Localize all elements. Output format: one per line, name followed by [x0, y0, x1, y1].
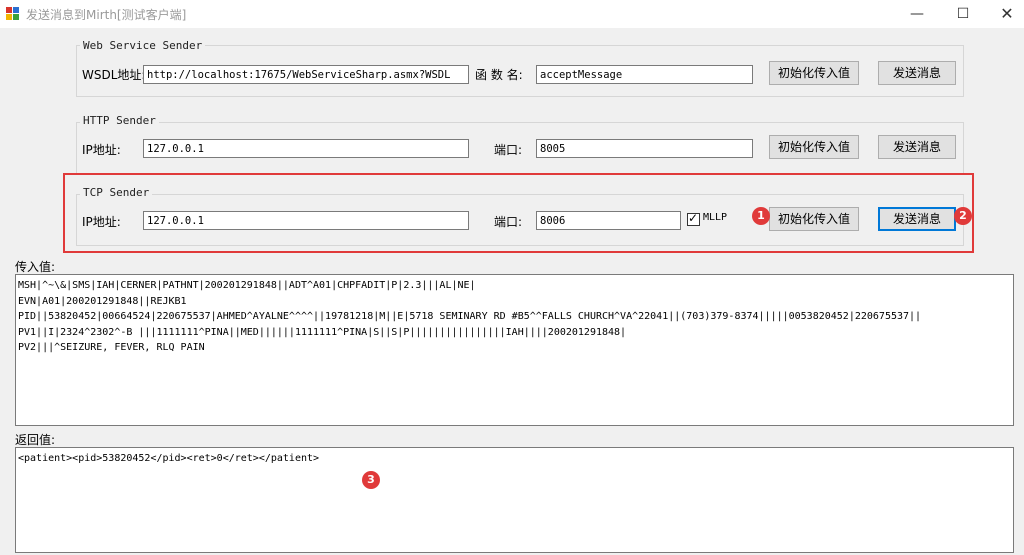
close-icon[interactable]: ✕: [984, 0, 1024, 28]
http-ip-label: IP地址:: [82, 143, 121, 157]
input-line: PID||53820452|00664524|220675537|AHMED^A…: [18, 311, 922, 322]
http-group-title: HTTP Sender: [80, 114, 159, 127]
maximize-icon[interactable]: ☐: [940, 0, 986, 28]
tcp-highlight-box: [63, 173, 974, 253]
input-textarea[interactable]: MSH|^~\&|SMS|IAH|CERNER|PATHNT|200201291…: [15, 274, 1014, 426]
http-send-button[interactable]: 发送消息: [878, 135, 956, 159]
wsdl-label: WSDL地址:: [82, 68, 146, 82]
function-name-input[interactable]: acceptMessage: [536, 65, 753, 84]
annotation-marker-1: 1: [752, 207, 770, 225]
http-init-button[interactable]: 初始化传入值: [769, 135, 859, 159]
output-label: 返回值:: [15, 433, 56, 447]
input-line: PV2|||^SEIZURE, FEVER, RLQ PAIN: [18, 342, 205, 353]
output-textarea[interactable]: <patient><pid>53820452</pid><ret>0</ret>…: [15, 447, 1014, 553]
function-name-label: 函 数 名:: [475, 68, 523, 82]
http-port-label: 端口:: [494, 143, 523, 157]
input-label: 传入值:: [15, 260, 56, 274]
wsdl-input[interactable]: http://localhost:17675/WebServiceSharp.a…: [143, 65, 469, 84]
ws-init-button[interactable]: 初始化传入值: [769, 61, 859, 85]
annotation-marker-3: 3: [362, 471, 380, 489]
window-title: 发送消息到Mirth[测试客户端]: [26, 8, 187, 22]
annotation-marker-2: 2: [954, 207, 972, 225]
ws-send-button[interactable]: 发送消息: [878, 61, 956, 85]
http-ip-input[interactable]: 127.0.0.1: [143, 139, 469, 158]
app-icon: [6, 7, 20, 21]
web-service-group-title: Web Service Sender: [80, 39, 206, 52]
input-line: PV1||I|2324^2302^-B |||1111111^PINA||MED…: [18, 326, 627, 338]
minimize-icon[interactable]: —: [894, 0, 940, 28]
input-line: EVN|A01|200201291848||REJKB1: [18, 295, 187, 307]
http-port-input[interactable]: 8005: [536, 139, 753, 158]
title-bar: 发送消息到Mirth[测试客户端] — ☐ ✕: [0, 0, 1024, 28]
output-line: <patient><pid>53820452</pid><ret>0</ret>…: [18, 453, 320, 464]
input-line: MSH|^~\&|SMS|IAH|CERNER|PATHNT|200201291…: [18, 280, 476, 291]
